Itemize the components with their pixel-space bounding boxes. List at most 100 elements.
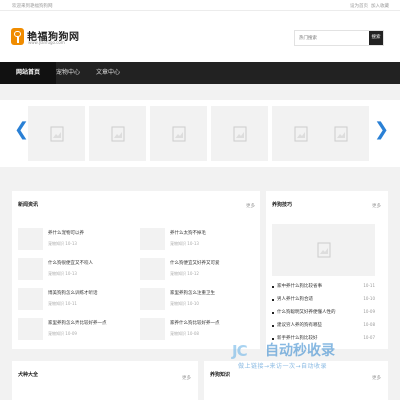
article-item[interactable]: 什么狗很便宜又不咬人 宠物知识 10-13 xyxy=(18,258,134,282)
tips-panel: 养狗技巧 更多 家中养什么狗比较省事 10-11 男人养什么狗合适 10-10 什么… xyxy=(266,191,388,349)
article-thumbnail[interactable] xyxy=(140,288,165,310)
tip-date: 10-10 xyxy=(363,296,375,301)
article-category: 宠物知识 xyxy=(170,241,186,246)
article-date: 10-11 xyxy=(65,301,77,306)
tip-title[interactable]: 什么狗聪明又好养便懂人性的 xyxy=(277,309,336,315)
watermark-title: 自动秒收录 xyxy=(265,343,335,359)
article-category: 宠物知识 xyxy=(48,331,64,336)
nav-item-pets[interactable]: 宠物中心 xyxy=(48,62,88,84)
watermark-subtitle: 做上链接→来访一次→自动收录 xyxy=(238,363,328,370)
article-title[interactable]: 什么狗便宜又好养又可爱 xyxy=(170,260,220,266)
carousel-slide[interactable] xyxy=(28,106,85,161)
tip-item[interactable]: 男人养什么狗合适 10-10 xyxy=(272,296,375,306)
carousel-next-icon[interactable]: ❯ xyxy=(374,120,389,140)
article-thumbnail[interactable] xyxy=(140,228,165,250)
nav-item-articles[interactable]: 文章中心 xyxy=(88,62,128,84)
carousel-slide[interactable] xyxy=(89,106,146,161)
tip-item[interactable]: 什么狗聪明又好养便懂人性的 10-09 xyxy=(272,309,375,319)
article-date: 10-13 xyxy=(65,241,77,246)
article-date: 10-12 xyxy=(187,271,199,276)
tip-date: 10-09 xyxy=(363,309,375,314)
tips-featured-image[interactable] xyxy=(272,224,375,276)
article-thumbnail[interactable] xyxy=(18,288,43,310)
article-category: 宠物知识 xyxy=(48,241,64,246)
article-meta: 宠物知识 10-11 xyxy=(48,301,77,307)
article-thumbnail[interactable] xyxy=(18,258,43,280)
search-button[interactable]: 搜索 xyxy=(369,31,383,45)
article-thumbnail[interactable] xyxy=(140,318,165,340)
image-placeholder-icon xyxy=(317,242,330,258)
watermark-overlay: JC 自动秒收录 做上链接→来访一次→自动收录 xyxy=(232,338,382,374)
tips-more-link[interactable]: 更多 xyxy=(372,203,381,209)
top-bar: 欢迎来到艳福狗狗网 设为首页 加入收藏 xyxy=(0,0,400,11)
article-title[interactable]: 家养什么狗比较好养一点 xyxy=(170,320,220,326)
article-item[interactable]: 博美狗狗怎么训练才听话 宠物知识 10-11 xyxy=(18,288,134,312)
knowledge-title: 养狗知识 xyxy=(210,372,231,378)
news-panel: 新闻资讯 更多 养什么宠物可以养 宠物知识 10-13 养什么太狗不掉毛 宠物知… xyxy=(12,191,260,349)
main-nav: 网站首页 宠物中心 文章中心 xyxy=(0,62,400,84)
bullet-icon xyxy=(272,299,274,301)
site-logo-icon[interactable] xyxy=(11,28,24,45)
article-thumbnail[interactable] xyxy=(18,228,43,250)
set-home-link[interactable]: 设为首页 xyxy=(350,3,368,9)
knowledge-more-link[interactable]: 更多 xyxy=(372,375,381,381)
add-favorite-link[interactable]: 加入收藏 xyxy=(371,3,389,9)
carousel-slide[interactable] xyxy=(211,106,268,161)
article-item[interactable]: 养什么宠物可以养 宠物知识 10-13 xyxy=(18,228,134,252)
image-carousel: ❮ ❯ xyxy=(0,100,400,167)
article-date: 10-10 xyxy=(187,301,199,306)
image-placeholder-icon xyxy=(172,126,185,141)
carousel-slide[interactable] xyxy=(312,106,369,161)
article-item[interactable]: 养什么太狗不掉毛 宠物知识 10-13 xyxy=(140,228,256,252)
welcome-text: 欢迎来到艳福狗狗网 xyxy=(12,4,53,9)
article-thumbnail[interactable] xyxy=(18,318,43,340)
article-item[interactable]: 家里养狗怎么注重卫生 宠物知识 10-10 xyxy=(140,288,256,312)
tip-date: 10-11 xyxy=(363,283,375,288)
tip-title[interactable]: 男人养什么狗合适 xyxy=(277,296,313,302)
bullet-icon xyxy=(272,286,274,288)
image-placeholder-icon xyxy=(233,126,246,141)
article-date: 10-13 xyxy=(187,241,199,246)
article-meta: 宠物知识 10-10 xyxy=(170,301,199,307)
tip-date: 10-08 xyxy=(363,322,375,327)
bullet-icon xyxy=(272,325,274,327)
article-meta: 宠物知识 10-13 xyxy=(170,241,199,247)
article-title[interactable]: 什么狗很便宜又不咬人 xyxy=(48,260,93,266)
carousel-prev-icon[interactable]: ❮ xyxy=(14,120,29,140)
image-placeholder-icon xyxy=(111,126,124,141)
image-placeholder-icon xyxy=(334,126,347,141)
breeds-title: 犬种大全 xyxy=(18,372,39,378)
article-title[interactable]: 养什么宠物可以养 xyxy=(48,230,84,236)
tip-item[interactable]: 建议穷人养的狗有哪些 10-08 xyxy=(272,322,375,332)
article-meta: 宠物知识 10-09 xyxy=(48,331,77,337)
article-meta: 宠物知识 10-13 xyxy=(48,241,77,247)
article-category: 宠物知识 xyxy=(48,301,64,306)
article-title[interactable]: 养什么太狗不掉毛 xyxy=(170,230,206,236)
article-category: 宠物知识 xyxy=(170,331,186,336)
breeds-more-link[interactable]: 更多 xyxy=(182,375,191,381)
search-input[interactable] xyxy=(295,31,370,45)
carousel-slide[interactable] xyxy=(150,106,207,161)
tips-title: 养狗技巧 xyxy=(272,202,293,208)
tip-title[interactable]: 家中养什么狗比较省事 xyxy=(277,283,322,289)
article-category: 宠物知识 xyxy=(170,271,186,276)
article-item[interactable]: 家里养狗怎么弄比较好养一点 宠物知识 10-09 xyxy=(18,318,134,342)
article-title[interactable]: 家里养狗怎么注重卫生 xyxy=(170,290,215,296)
article-meta: 宠物知识 10-13 xyxy=(48,271,77,277)
news-more-link[interactable]: 更多 xyxy=(246,203,255,209)
article-thumbnail[interactable] xyxy=(140,258,165,280)
tip-title[interactable]: 建议穷人养的狗有哪些 xyxy=(277,322,322,328)
article-item[interactable]: 什么狗便宜又好养又可爱 宠物知识 10-12 xyxy=(140,258,256,282)
article-title[interactable]: 博美狗狗怎么训练才听话 xyxy=(48,290,98,296)
article-title[interactable]: 家里养狗怎么弄比较好养一点 xyxy=(48,320,107,326)
article-date: 10-09 xyxy=(65,331,77,336)
article-meta: 宠物知识 10-08 xyxy=(170,331,199,337)
article-date: 10-13 xyxy=(65,271,77,276)
tip-item[interactable]: 家中养什么狗比较省事 10-11 xyxy=(272,283,375,293)
article-meta: 宠物知识 10-12 xyxy=(170,271,199,277)
search-box: 搜索 xyxy=(294,30,384,46)
article-category: 宠物知识 xyxy=(48,271,64,276)
watermark-logo: JC xyxy=(232,342,248,360)
breeds-panel: 犬种大全 更多 xyxy=(12,361,198,400)
site-url: www.yanfugo.com xyxy=(28,40,65,45)
